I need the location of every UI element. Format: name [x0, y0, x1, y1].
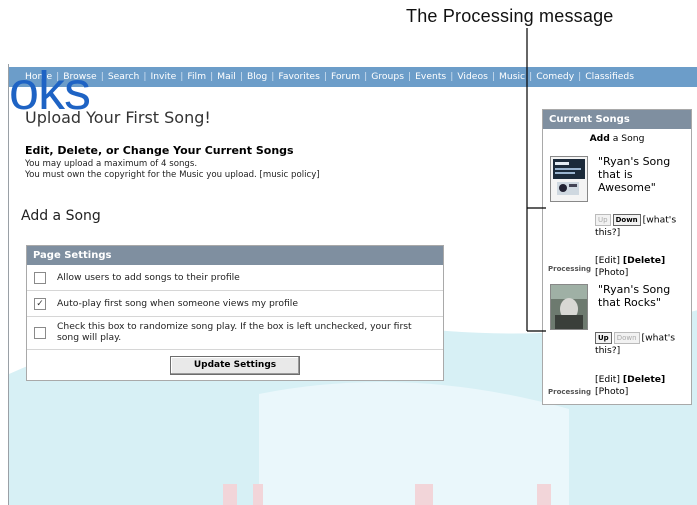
nav-separator: | — [180, 71, 184, 82]
randomize-checkbox[interactable] — [34, 327, 46, 339]
nav-separator: | — [210, 71, 214, 82]
current-songs-header: Current Songs — [543, 110, 691, 129]
nav-item-videos[interactable]: Videos — [457, 71, 488, 82]
setting-row: ✓ Auto-play first song when someone view… — [27, 291, 443, 317]
page-settings-panel: Page Settings Allow users to add songs t… — [26, 245, 444, 381]
autoplay-checkbox[interactable]: ✓ — [34, 298, 46, 310]
nav-item-groups[interactable]: Groups — [371, 71, 404, 82]
allow-users-add-songs-checkbox[interactable] — [34, 272, 46, 284]
callout-caption: The Processing message — [406, 6, 614, 26]
nav-item-music[interactable]: Music — [499, 71, 525, 82]
nav-item-blog[interactable]: Blog — [247, 71, 267, 82]
song-status-1: Processing — [548, 265, 592, 273]
nav-items: Home | Browse | Search | Invite | Film | Mail | Blog… — [25, 67, 634, 87]
top-nav-bar: Home | Browse | Search | Invite | Film | Mail | Blog… — [9, 67, 697, 87]
delete-song-link[interactable]: [Delete] — [623, 374, 665, 385]
copyright-text: You must own the copyright for the Music… — [25, 170, 257, 180]
nav-item-favorites[interactable]: Favorites — [278, 71, 320, 82]
nav-item-search[interactable]: Search — [108, 71, 140, 82]
manage-songs-heading: Edit, Delete, or Change Your Current Son… — [25, 144, 294, 157]
nav-separator: | — [271, 71, 275, 82]
nav-separator: | — [491, 71, 495, 82]
nav-separator: | — [323, 71, 327, 82]
nav-separator: | — [408, 71, 412, 82]
page-settings-header: Page Settings — [27, 246, 443, 265]
nav-separator: | — [143, 71, 147, 82]
move-up-button: Up — [595, 214, 611, 226]
album-cover-icon — [551, 157, 587, 201]
nav-item-mail[interactable]: Mail — [217, 71, 236, 82]
add-song-heading: Add a Song — [21, 208, 101, 224]
song-controls-1: Up Down [what's this?] — [595, 214, 689, 239]
nav-item-forum[interactable]: Forum — [331, 71, 360, 82]
song-title-2: "Ryan's Song that Rocks" — [598, 283, 671, 309]
max-songs-text: You may upload a maximum of 4 songs. — [25, 159, 198, 169]
song-photo-link[interactable]: [Photo] — [595, 267, 628, 278]
add-song-bold: Add — [589, 133, 610, 144]
setting-label: Check this box to randomize song play. I… — [57, 321, 412, 343]
song-actions-1: [Edit] [Delete] [Photo] — [595, 255, 689, 279]
song-thumbnail-2[interactable] — [550, 284, 588, 330]
setting-row: Check this box to randomize song play. I… — [27, 317, 443, 350]
song-controls-2: Up Down [what's this?] — [595, 332, 689, 357]
song-thumbnail-1[interactable] — [550, 156, 588, 202]
photo-thumbnail-icon — [551, 285, 587, 329]
current-songs-panel: Current Songs Add a Song Processing "Rya… — [542, 109, 692, 405]
setting-label: Allow users to add songs to their profil… — [57, 272, 240, 283]
setting-row: Allow users to add songs to their profil… — [27, 265, 443, 291]
update-settings-button[interactable]: Update Settings — [170, 356, 300, 375]
setting-label: Auto-play first song when someone views … — [57, 298, 298, 309]
browser-page: Home | Browse | Search | Invite | Film | Mail | Blog… — [8, 64, 697, 505]
nav-item-invite[interactable]: Invite — [151, 71, 177, 82]
delete-song-link[interactable]: [Delete] — [623, 255, 665, 266]
edit-song-link[interactable]: [Edit] — [595, 255, 620, 266]
nav-item-classifieds[interactable]: Classifieds — [585, 71, 634, 82]
song-actions-2: [Edit] [Delete] [Photo] — [595, 374, 689, 398]
nav-separator: | — [450, 71, 454, 82]
nav-item-comedy[interactable]: Comedy — [536, 71, 574, 82]
add-song-link[interactable]: Add a Song — [543, 133, 691, 144]
nav-separator: | — [578, 71, 582, 82]
nav-separator: | — [239, 71, 243, 82]
edit-song-link[interactable]: [Edit] — [595, 374, 620, 385]
song-photo-link[interactable]: [Photo] — [595, 386, 628, 397]
move-up-button[interactable]: Up — [595, 332, 612, 344]
nav-separator: | — [100, 71, 104, 82]
move-down-button: Down — [613, 332, 640, 344]
move-down-button[interactable]: Down — [612, 214, 641, 226]
copyright-line: You must own the copyright for the Music… — [25, 170, 320, 180]
nav-separator: | — [364, 71, 368, 82]
logo-text-overlay: oks — [9, 64, 91, 121]
song-title-1: "Ryan's Song that is Awesome" — [598, 155, 671, 194]
nav-item-events[interactable]: Events — [415, 71, 446, 82]
music-policy-link[interactable]: [music policy] — [260, 170, 320, 180]
song-status-2: Processing — [548, 388, 592, 396]
nav-item-film[interactable]: Film — [187, 71, 206, 82]
nav-separator: | — [529, 71, 533, 82]
add-song-rest: a Song — [609, 133, 645, 144]
